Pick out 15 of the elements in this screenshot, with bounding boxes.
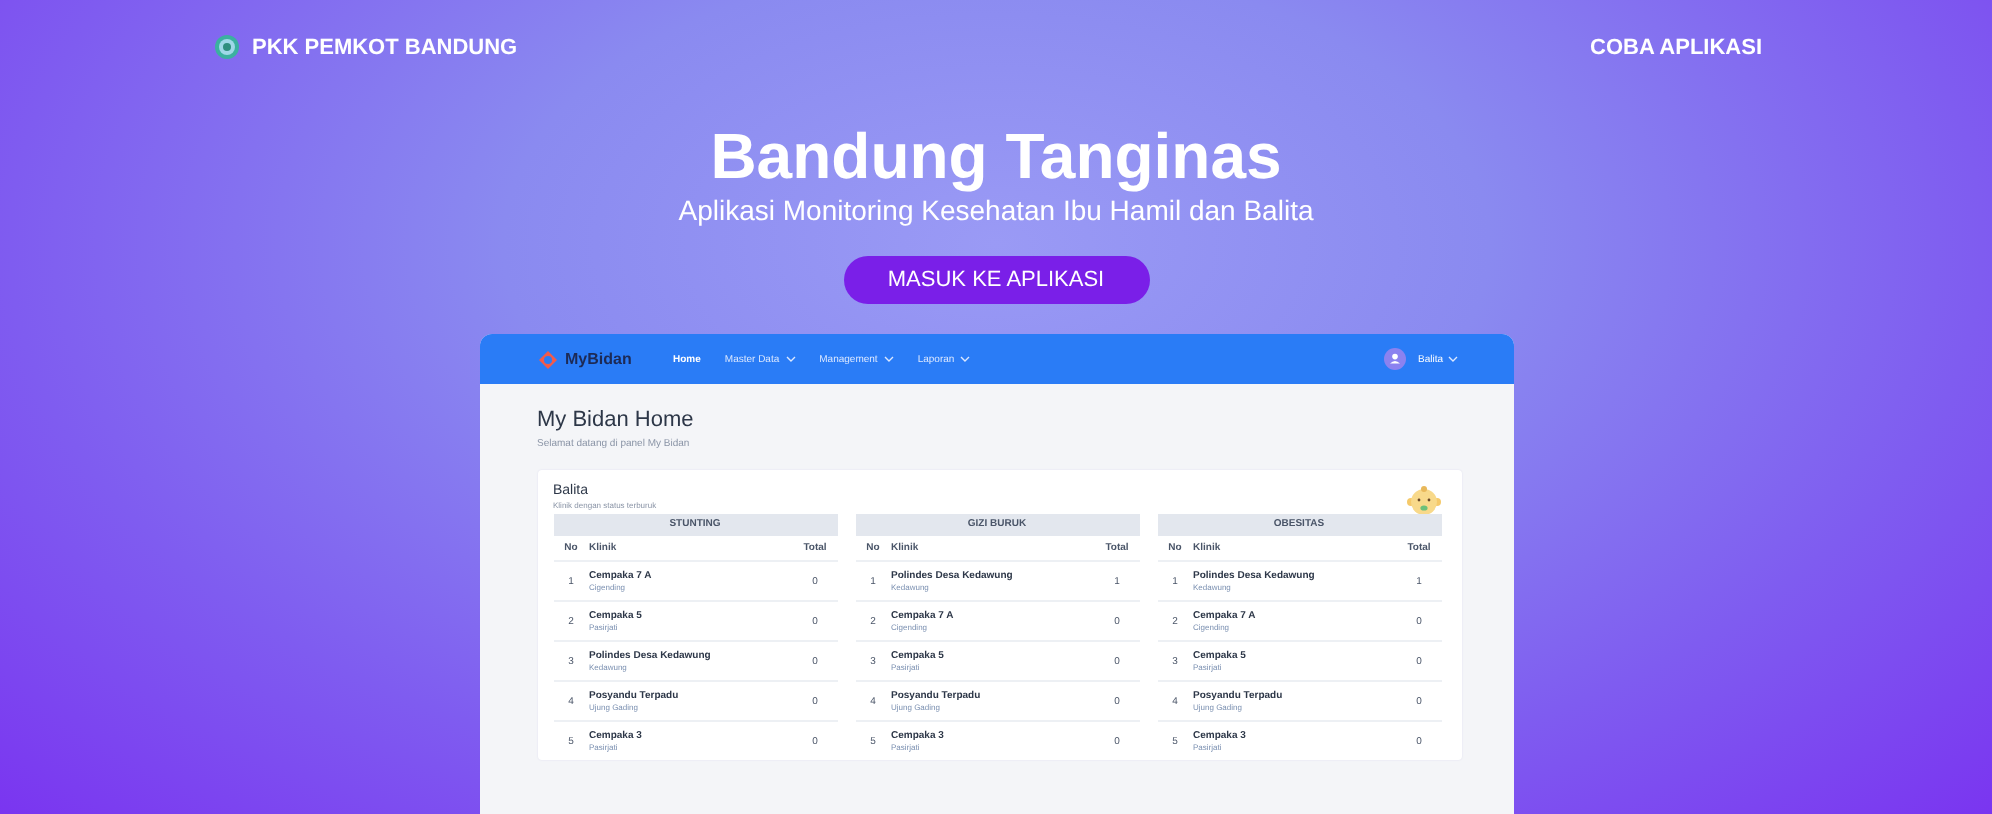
caret-icon — [883, 356, 894, 362]
brand-name[interactable]: PKK PEMKOT BANDUNG — [252, 35, 518, 60]
baby-face-icon — [1405, 484, 1441, 516]
emblem-icon — [214, 34, 240, 61]
hero-subtitle: Aplikasi Monitoring Kesehatan Ibu Hamil dan Balita — [678, 192, 1314, 229]
caret-icon — [960, 356, 971, 362]
try-app-link[interactable]: COBA APLIKASI — [1590, 35, 1762, 60]
app-brand: MyBidan — [565, 350, 632, 368]
caret-icon — [1447, 356, 1457, 362]
user-avatar-icon — [1383, 348, 1406, 370]
hero-title: Bandung Tanginas — [710, 120, 1282, 193]
enter-app-button[interactable]: MASUK KE APLIKASI — [843, 256, 1149, 304]
logo-icon — [537, 349, 557, 369]
page-title: My Bidan Home — [537, 406, 696, 434]
caret-icon — [785, 356, 796, 362]
